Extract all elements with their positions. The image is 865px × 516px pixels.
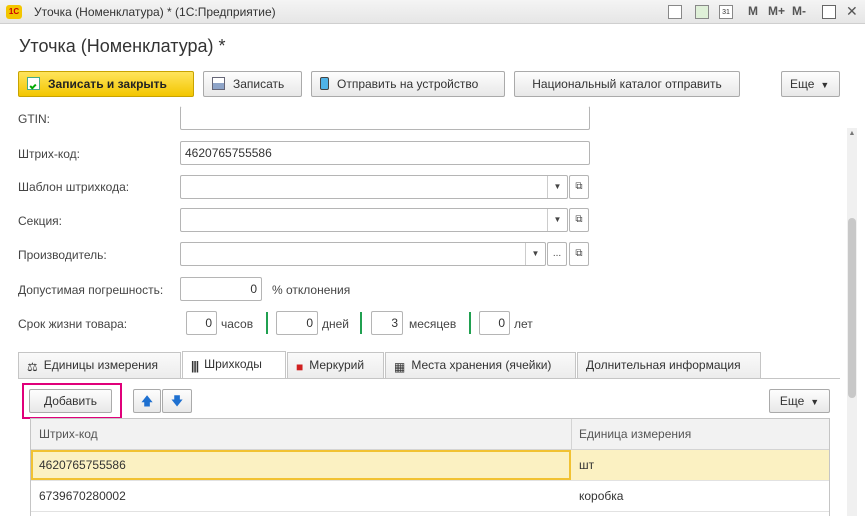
table-header: Штрих-код Единица измерения [31, 419, 829, 450]
manufacturer-input[interactable]: ▼ [180, 242, 546, 266]
national-catalog-label: Национальный каталог отправить [532, 77, 722, 91]
tab-storage-label: Места хранения (ячейки) [411, 358, 552, 372]
send-to-device-label: Отправить на устройство [337, 77, 479, 91]
hours-input[interactable]: 0 [186, 311, 217, 335]
scales-icon: ⚖ [27, 360, 38, 374]
add-button[interactable]: Добавить [29, 389, 112, 413]
move-down-button[interactable]: 🡇 [162, 389, 192, 413]
dropdown-icon[interactable]: ▼ [525, 243, 545, 265]
memory-plus-button[interactable]: M+ [768, 4, 785, 18]
memory-m-button[interactable]: M [748, 4, 758, 18]
save-label: Записать [233, 77, 285, 91]
cell-barcode[interactable]: 4620765755586 [39, 458, 126, 472]
dropdown-icon[interactable]: ▼ [547, 209, 567, 231]
window-title: Уточка (Номенклатура) * (1С:Предприятие) [34, 5, 276, 19]
tab-extra-info[interactable]: Долнительная информация [577, 352, 761, 378]
tolerance-unit: % отклонения [272, 283, 351, 297]
gtin-input[interactable] [180, 106, 590, 130]
barcode-icon: ||| [191, 359, 199, 373]
separator [469, 312, 471, 334]
chevron-down-icon: ▼ [810, 397, 820, 407]
arrow-up-icon: 🡅 [140, 394, 154, 408]
gtin-label: GTIN: [18, 112, 50, 126]
hours-unit: часов [221, 317, 254, 331]
tab-barcodes[interactable]: ||| Шрихкоды [182, 351, 286, 379]
chevron-down-icon: ▼ [820, 80, 830, 90]
row-separator [31, 511, 829, 512]
barcodes-table: Штрих-код Единица измерения 462076575558… [30, 418, 830, 516]
phone-icon [320, 77, 329, 90]
cell-barcode[interactable]: 6739670280002 [39, 489, 126, 503]
memory-minus-button[interactable]: M- [792, 4, 806, 18]
tab-storage[interactable]: ▦ Места хранения (ячейки) [385, 352, 576, 378]
document-check-icon [27, 77, 40, 90]
scroll-thumb[interactable] [848, 218, 856, 398]
open-icon[interactable]: ⧉ [569, 242, 589, 266]
cube-icon: ■ [296, 360, 304, 374]
barcode-template-label: Шаблон штрихкода: [18, 180, 130, 194]
table-row[interactable]: 4620765755586 шт [31, 450, 829, 480]
section-input[interactable]: ▼ [180, 208, 568, 232]
years-input[interactable]: 0 [479, 311, 510, 335]
column-separator [571, 419, 572, 449]
tab-mercury-label: Меркурий [309, 358, 365, 372]
separator [360, 312, 362, 334]
months-input[interactable]: 3 [371, 311, 403, 335]
calendar-icon[interactable]: 31 [719, 5, 733, 19]
tab-mercury[interactable]: ■ Меркурий [287, 352, 384, 378]
close-icon[interactable]: ✕ [846, 3, 858, 20]
years-unit: лет [514, 317, 533, 331]
shelf-life-label: Срок жизни товара: [18, 317, 128, 331]
floppy-icon [212, 77, 225, 90]
months-unit: месяцев [409, 317, 457, 331]
barcode-input[interactable]: 4620765755586 [180, 141, 590, 165]
table-more-label: Еще [779, 394, 805, 408]
cell-unit[interactable]: коробка [579, 489, 623, 503]
manufacturer-label: Производитель: [18, 248, 107, 262]
column-header-unit[interactable]: Единица измерения [579, 427, 691, 441]
scroll-up-icon[interactable]: ▲ [847, 130, 857, 137]
print-icon[interactable] [668, 5, 682, 19]
save-button[interactable]: Записать [203, 71, 302, 97]
separator [266, 312, 268, 334]
column-header-barcode[interactable]: Штрих-код [39, 427, 98, 441]
open-icon[interactable]: ⧉ [569, 208, 589, 232]
national-catalog-button[interactable]: Национальный каталог отправить [514, 71, 740, 97]
table-more-button[interactable]: Еще ▼ [769, 389, 830, 413]
spreadsheet-icon[interactable] [695, 5, 709, 19]
vertical-scrollbar[interactable]: ▲ [847, 128, 857, 516]
tab-barcodes-label: Шрихкоды [204, 357, 262, 371]
section-label: Секция: [18, 214, 62, 228]
form-title: Уточка (Номенклатура) * [19, 36, 226, 56]
save-and-close-button[interactable]: Записать и закрыть [18, 71, 194, 97]
app-logo-icon: 1C [6, 5, 22, 19]
dropdown-icon[interactable]: ▼ [547, 176, 567, 198]
window-titlebar: 1C Уточка (Номенклатура) * (1С:Предприят… [0, 0, 865, 24]
barcode-label: Штрих-код: [18, 147, 80, 161]
days-unit: дней [322, 317, 350, 331]
move-up-button[interactable]: 🡅 [133, 389, 161, 413]
open-icon[interactable]: ⧉ [569, 175, 589, 199]
cell-unit[interactable]: шт [579, 458, 594, 472]
tolerance-input[interactable]: 0 [180, 277, 262, 301]
days-input[interactable]: 0 [276, 311, 318, 335]
barcode-template-input[interactable]: ▼ [180, 175, 568, 199]
maximize-icon[interactable] [822, 5, 836, 19]
more-label: Еще [790, 77, 815, 91]
more-button[interactable]: Еще ▼ [781, 71, 840, 97]
tolerance-label: Допустимая погрешность: [18, 283, 164, 297]
arrow-down-icon: 🡇 [170, 394, 184, 408]
save-and-close-label: Записать и закрыть [48, 77, 167, 91]
tabs-border [18, 378, 840, 379]
tab-units[interactable]: ⚖ Единицы измерения [18, 352, 181, 378]
grid-icon: ▦ [394, 360, 406, 374]
tab-units-label: Единицы измерения [43, 358, 158, 372]
add-label: Добавить [43, 394, 98, 408]
ellipsis-icon[interactable]: ... [547, 242, 567, 266]
send-to-device-button[interactable]: Отправить на устройство [311, 71, 505, 97]
tab-extra-info-label: Долнительная информация [586, 358, 741, 372]
table-row[interactable]: 6739670280002 коробка [31, 481, 829, 511]
